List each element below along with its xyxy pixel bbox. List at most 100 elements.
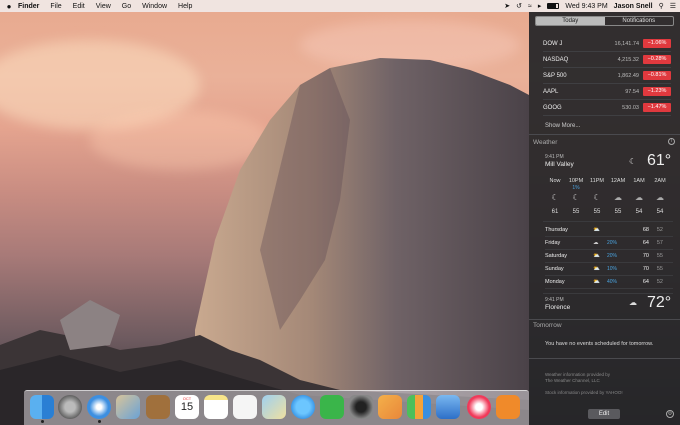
tab-notifications[interactable]: Notifications xyxy=(605,17,674,25)
forecast-day: Sunday xyxy=(545,266,564,272)
stock-row[interactable]: GOOG 530.03 −1.47% xyxy=(543,100,671,116)
forecast-low: 55 xyxy=(656,253,663,259)
notes-icon[interactable] xyxy=(204,395,228,419)
divider xyxy=(529,134,680,135)
show-more-link[interactable]: Show More... xyxy=(545,123,580,129)
calendar-day: 15 xyxy=(180,401,194,413)
volume-icon[interactable]: ▸ xyxy=(538,2,542,10)
tomorrow-section-title: Tomorrow xyxy=(533,322,562,329)
calendar-icon[interactable]: OCT 15 xyxy=(175,395,199,419)
reminders-icon[interactable] xyxy=(233,395,257,419)
ibooks-icon[interactable] xyxy=(496,395,520,419)
stock-price: 4,215.32 xyxy=(617,56,639,63)
stock-price: 1,862.49 xyxy=(617,72,639,79)
divider xyxy=(543,221,673,222)
time-machine-icon[interactable]: ↺ xyxy=(516,2,522,10)
partly-cloudy-night-icon: ☁ xyxy=(629,298,637,307)
hour-temp: 55 xyxy=(572,209,580,215)
moon-icon: ☾ xyxy=(593,193,601,202)
forecast-day: Saturday xyxy=(545,253,568,259)
weather-credit-line: The Weather Channel, LLC xyxy=(545,378,600,383)
numbers-icon[interactable] xyxy=(407,395,431,419)
weather-location: Florence xyxy=(545,304,571,311)
mail-icon[interactable] xyxy=(116,395,140,419)
info-icon[interactable]: i xyxy=(668,138,675,145)
hour-precip: 1% xyxy=(572,185,580,191)
forecast-high: 64 xyxy=(642,240,649,246)
keynote-icon[interactable] xyxy=(436,395,460,419)
moon-icon: ☾ xyxy=(629,157,637,166)
weather-credit: Weather information provided by The Weat… xyxy=(545,372,610,384)
stock-row[interactable]: S&P 500 1,862.49 −0.81% xyxy=(543,68,671,84)
facetime-icon[interactable] xyxy=(320,395,344,419)
stock-change-badge[interactable]: −1.06% xyxy=(643,39,671,48)
hour-label: 1AM xyxy=(633,178,645,184)
moon-icon: ☾ xyxy=(572,193,580,202)
notification-center-panel: Today Notifications DOW J 16,141.74 −1.0… xyxy=(529,12,680,425)
forecast-high: 68 xyxy=(642,227,649,233)
forecast-high: 64 xyxy=(642,279,649,285)
menubar-clock[interactable]: Wed 9:43 PM xyxy=(565,3,607,10)
stock-change-badge[interactable]: −1.47% xyxy=(643,103,671,112)
apple-menu-icon[interactable]: ● xyxy=(0,2,18,11)
forecast-day: Thursday xyxy=(545,227,568,233)
menu-edit[interactable]: Edit xyxy=(73,3,85,10)
pages-icon[interactable] xyxy=(378,395,402,419)
launchpad-icon[interactable] xyxy=(58,395,82,419)
edit-button[interactable]: Edit xyxy=(588,409,620,419)
stock-row[interactable]: DOW J 16,141.74 −1.06% xyxy=(543,36,671,52)
spotlight-icon[interactable]: ⚲ xyxy=(659,2,664,10)
photo-booth-icon[interactable] xyxy=(349,395,373,419)
cloud-icon: ☁ xyxy=(614,193,622,202)
partly-cloudy-icon: ⛅ xyxy=(593,266,600,272)
weather-location: Mill Valley xyxy=(545,161,574,168)
forecast-precip: 20% xyxy=(607,240,618,246)
menu-view[interactable]: View xyxy=(96,3,111,10)
menu-window[interactable]: Window xyxy=(142,3,167,10)
stock-change-badge[interactable]: −0.28% xyxy=(643,55,671,64)
stock-row[interactable]: NASDAQ 4,215.32 −0.28% xyxy=(543,52,671,68)
contacts-icon[interactable] xyxy=(146,395,170,419)
stock-price: 97.54 xyxy=(625,88,639,95)
hour-label: Now xyxy=(549,178,561,184)
menu-go[interactable]: Go xyxy=(122,3,131,10)
location-arrow-icon[interactable]: ➤ xyxy=(504,2,510,10)
notification-center-icon[interactable]: ☰ xyxy=(670,2,676,10)
menu-file[interactable]: File xyxy=(50,3,61,10)
hour-label: 10PM xyxy=(568,178,584,184)
weather-temp: 61° xyxy=(647,152,672,169)
wifi-icon[interactable]: ≈ xyxy=(528,3,532,10)
weather-time: 9:41 PM xyxy=(545,154,564,160)
hour-temp: 54 xyxy=(656,209,664,215)
settings-gear-icon[interactable]: ⚙ xyxy=(666,410,674,418)
battery-icon[interactable] xyxy=(547,3,560,9)
tab-today[interactable]: Today xyxy=(536,17,605,25)
preview-icon[interactable] xyxy=(262,395,286,419)
stock-symbol: NASDAQ xyxy=(543,56,569,63)
partly-cloudy-icon: ⛅ xyxy=(593,279,600,285)
hour-label: 11PM xyxy=(590,178,604,184)
forecast-low: 52 xyxy=(656,227,663,233)
stock-change-badge[interactable]: −0.81% xyxy=(643,71,671,80)
stock-row[interactable]: AAPL 97.54 −1.23% xyxy=(543,84,671,100)
rain-cloud-icon: ☁ xyxy=(593,240,599,246)
stock-symbol: S&P 500 xyxy=(543,72,567,79)
messages-icon[interactable] xyxy=(291,395,315,419)
running-indicator xyxy=(98,420,101,423)
tomorrow-message: You have no events scheduled for tomorro… xyxy=(545,341,654,347)
cloud-icon: ☁ xyxy=(635,193,643,202)
safari-icon[interactable] xyxy=(87,395,111,419)
menu-bar: ● Finder File Edit View Go Window Help ➤… xyxy=(0,0,680,12)
today-notifications-toggle: Today Notifications xyxy=(535,16,674,26)
weather-temp: 72° xyxy=(647,294,672,311)
finder-icon[interactable] xyxy=(30,395,54,419)
hour-label: 2AM xyxy=(654,178,666,184)
menubar-user[interactable]: Jason Snell xyxy=(614,3,653,10)
itunes-icon[interactable] xyxy=(467,395,491,419)
menu-finder[interactable]: Finder xyxy=(18,3,39,10)
stock-change-badge[interactable]: −1.23% xyxy=(643,87,671,96)
forecast-row: Thursday ⛅ 68 52 xyxy=(545,224,673,237)
menu-help[interactable]: Help xyxy=(178,3,192,10)
hour-temp: 55 xyxy=(614,209,622,215)
divider xyxy=(529,319,680,320)
